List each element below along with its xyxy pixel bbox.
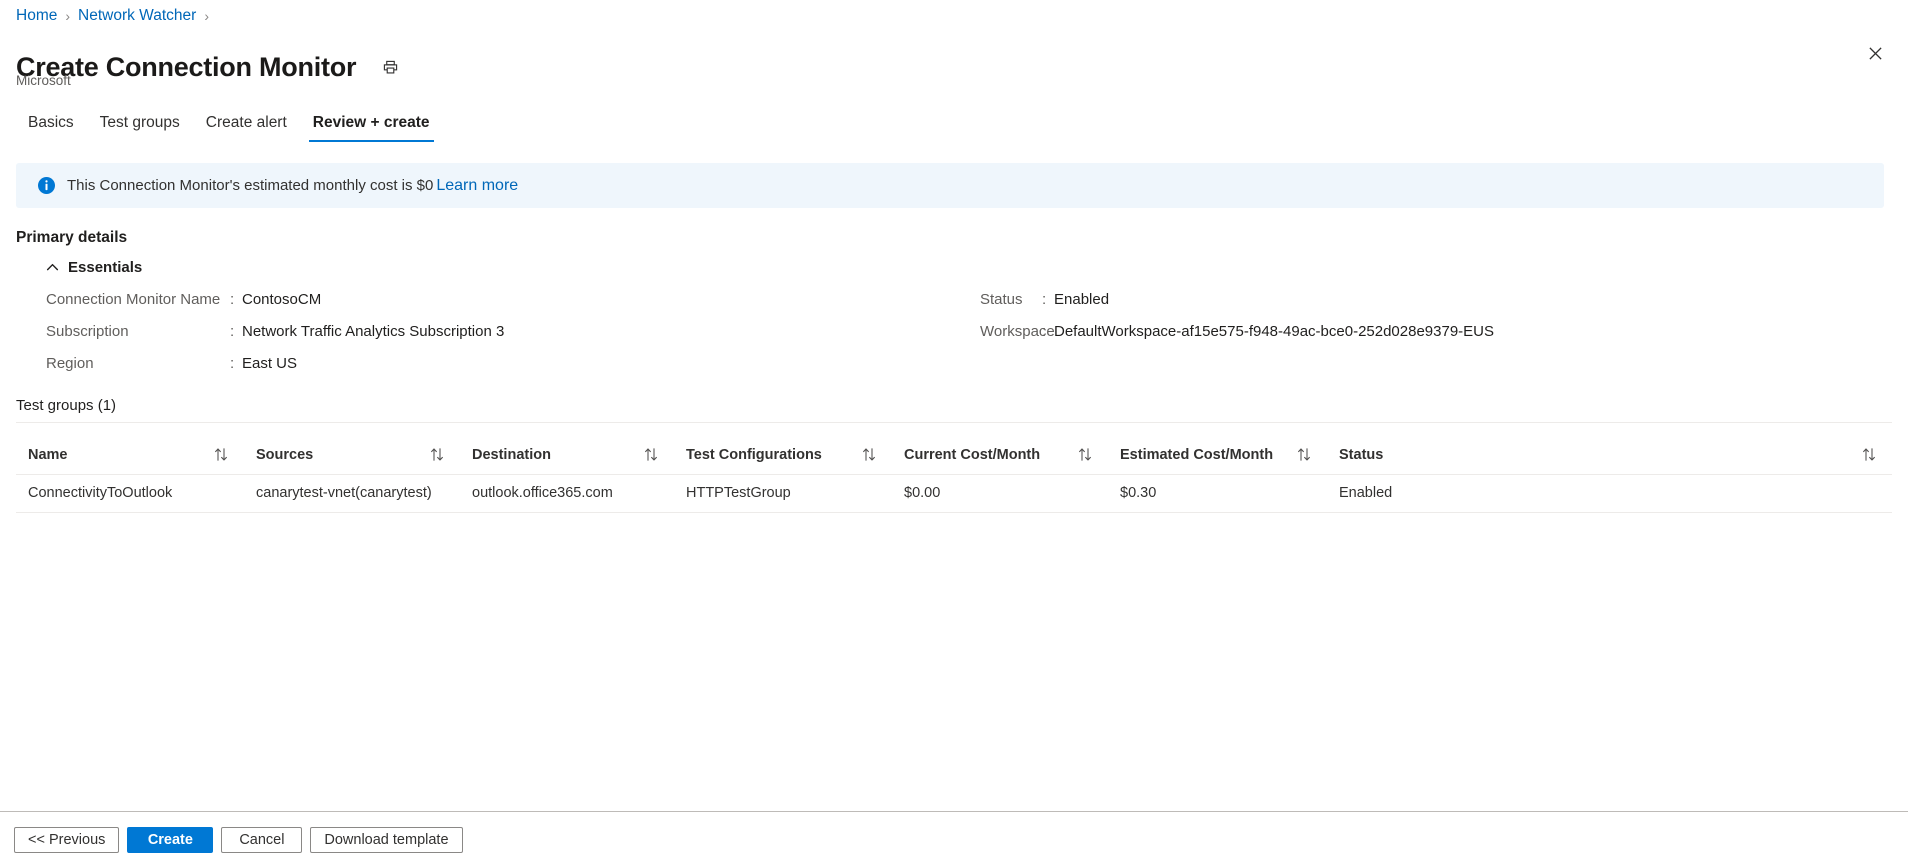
- sort-icon[interactable]: [862, 447, 876, 462]
- detail-label: Status: [980, 291, 1023, 308]
- sort-icon[interactable]: [214, 447, 228, 462]
- test-groups-table: Name Sources Destination Test Configurat…: [16, 436, 1892, 513]
- sort-icon[interactable]: [644, 447, 658, 462]
- cell-name: ConnectivityToOutlook: [16, 474, 244, 513]
- cell-estimated-cost: $0.30: [1108, 474, 1327, 513]
- cell-sources: canarytest-vnet(canarytest): [244, 474, 460, 513]
- detail-row-connection-monitor-name: Connection Monitor Name : ContosoCM: [46, 290, 504, 322]
- close-icon: [1868, 46, 1882, 60]
- cell-status: Enabled: [1327, 474, 1892, 513]
- essentials-right-column: Status : Enabled Workspace : DefaultWork…: [980, 290, 1494, 354]
- breadcrumb-item-network-watcher[interactable]: Network Watcher: [78, 6, 196, 26]
- detail-value: DefaultWorkspace-af15e575-f948-49ac-bce0…: [1054, 323, 1495, 340]
- detail-colon: :: [1042, 291, 1047, 308]
- sort-icon[interactable]: [1862, 447, 1876, 462]
- printer-icon: [383, 60, 397, 74]
- chevron-up-icon: [46, 263, 59, 271]
- table-header-row: Name Sources Destination Test Configurat…: [16, 436, 1892, 475]
- column-header-status[interactable]: Status: [1327, 436, 1892, 475]
- footer-actions: << Previous Create Cancel Download templ…: [14, 827, 463, 853]
- column-header-label: Estimated Cost/Month: [1120, 446, 1274, 463]
- primary-details-heading: Primary details: [16, 229, 128, 246]
- detail-value: Network Traffic Analytics Subscription 3: [242, 323, 505, 340]
- column-header-label: Test Configurations: [686, 446, 822, 463]
- column-header-estimated-cost-month[interactable]: Estimated Cost/Month: [1108, 436, 1327, 475]
- detail-label: Subscription: [46, 323, 129, 340]
- column-header-label: Current Cost/Month: [904, 446, 1041, 463]
- detail-value: ContosoCM: [242, 291, 322, 308]
- info-icon: [38, 177, 55, 194]
- create-connection-monitor-blade: Home › Network Watcher › Create Connecti…: [0, 0, 1908, 865]
- table-header: Name Sources Destination Test Configurat…: [16, 436, 1892, 475]
- breadcrumb: Home › Network Watcher ›: [16, 6, 217, 26]
- column-header-current-cost-month[interactable]: Current Cost/Month: [892, 436, 1108, 475]
- previous-button[interactable]: << Previous: [14, 827, 120, 853]
- detail-colon: :: [1042, 323, 1047, 340]
- create-button[interactable]: Create: [127, 827, 214, 853]
- cell-destination: outlook.office365.com: [460, 474, 674, 513]
- cost-info-banner: This Connection Monitor's estimated mont…: [16, 163, 1884, 208]
- detail-row-subscription: Subscription : Network Traffic Analytics…: [46, 322, 504, 354]
- tab-basics[interactable]: Basics: [16, 113, 87, 142]
- tab-review-create[interactable]: Review + create: [300, 113, 443, 142]
- tab-create-alert[interactable]: Create alert: [193, 113, 300, 142]
- column-header-name[interactable]: Name: [16, 436, 244, 475]
- cancel-button[interactable]: Cancel: [221, 827, 303, 853]
- detail-colon: :: [230, 355, 235, 372]
- breadcrumb-separator-icon: ›: [65, 8, 71, 24]
- detail-colon: :: [230, 291, 235, 308]
- column-header-test-configurations[interactable]: Test Configurations: [674, 436, 892, 475]
- detail-label: Connection Monitor Name: [46, 291, 221, 308]
- close-button[interactable]: [1858, 36, 1892, 70]
- test-groups-title: Test groups (1): [16, 397, 117, 414]
- sort-icon[interactable]: [430, 447, 444, 462]
- table-body: ConnectivityToOutlook canarytest-vnet(ca…: [16, 474, 1892, 513]
- column-header-label: Destination: [472, 446, 551, 463]
- column-header-destination[interactable]: Destination: [460, 436, 674, 475]
- essentials-label: Essentials: [68, 259, 143, 276]
- detail-row-workspace: Workspace : DefaultWorkspace-af15e575-f9…: [980, 322, 1494, 354]
- detail-value: Enabled: [1054, 291, 1110, 308]
- sort-icon[interactable]: [1078, 447, 1092, 462]
- column-header-sources[interactable]: Sources: [244, 436, 460, 475]
- cost-info-text: This Connection Monitor's estimated mont…: [67, 176, 434, 194]
- cell-test-configurations: HTTPTestGroup: [674, 474, 892, 513]
- download-template-button[interactable]: Download template: [310, 827, 463, 853]
- breadcrumb-separator-icon: ›: [204, 8, 209, 24]
- column-header-label: Status: [1339, 446, 1384, 463]
- footer-separator: [0, 811, 1908, 812]
- learn-more-link[interactable]: Learn more: [436, 177, 518, 195]
- breadcrumb-item-home[interactable]: Home: [16, 6, 57, 26]
- column-header-label: Name: [28, 446, 68, 463]
- tab-test-groups[interactable]: Test groups: [87, 113, 193, 142]
- essentials-left-column: Connection Monitor Name : ContosoCM Subs…: [46, 290, 504, 386]
- detail-row-status: Status : Enabled: [980, 290, 1494, 322]
- detail-label: Workspace: [980, 323, 1055, 340]
- test-groups-divider: [16, 422, 1892, 423]
- essentials-toggle[interactable]: Essentials: [46, 258, 142, 277]
- wizard-tabs: Basics Test groups Create alert Review +…: [16, 108, 443, 142]
- title-row: Create Connection Monitor: [16, 32, 404, 102]
- table-row[interactable]: ConnectivityToOutlook canarytest-vnet(ca…: [16, 474, 1892, 513]
- detail-label: Region: [46, 355, 94, 372]
- cell-current-cost: $0.00: [892, 474, 1108, 513]
- publisher-subtitle: Microsoft: [16, 73, 71, 88]
- detail-row-region: Region : East US: [46, 354, 504, 386]
- column-header-label: Sources: [256, 446, 314, 463]
- detail-value: East US: [242, 355, 298, 372]
- detail-colon: :: [230, 323, 235, 340]
- printer-icon-button[interactable]: [376, 53, 404, 81]
- sort-icon[interactable]: [1297, 447, 1311, 462]
